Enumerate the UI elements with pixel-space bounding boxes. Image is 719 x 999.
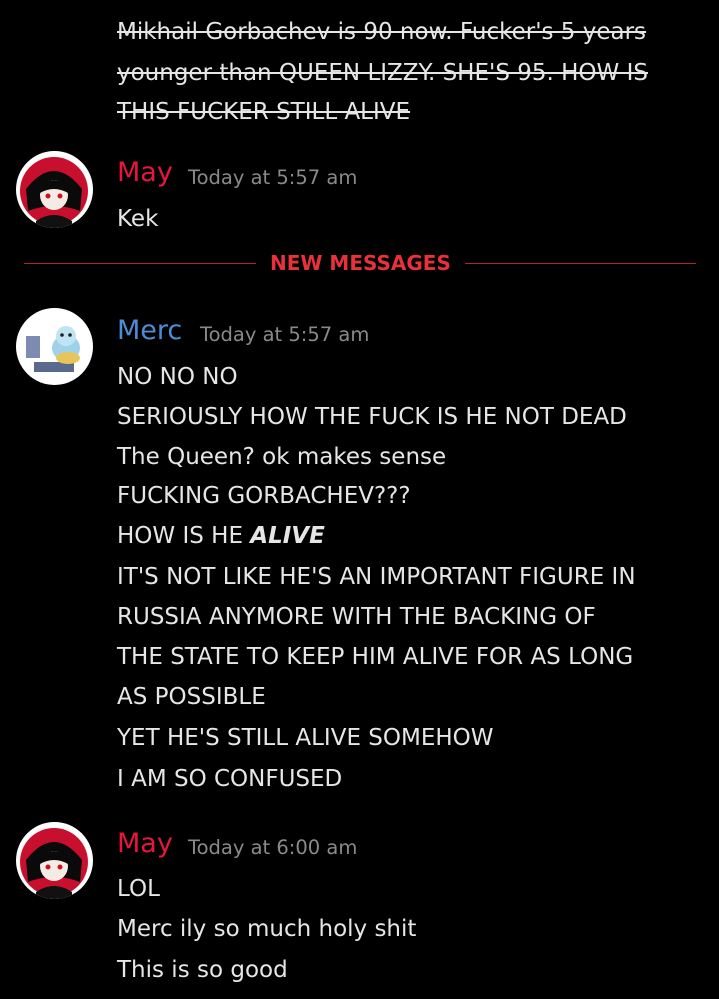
message-line: SERIOUSLY HOW THE FUCK IS HE NOT DEAD <box>117 404 627 430</box>
author-name[interactable]: May <box>117 157 173 189</box>
divider-line-right <box>465 263 696 264</box>
avatar-may-image <box>16 151 93 228</box>
divider-line-left <box>24 263 256 264</box>
avatar-may[interactable] <box>16 151 93 228</box>
avatar-may-image <box>16 822 93 899</box>
message-line: LOL <box>117 876 160 902</box>
message-text: HOW IS HE <box>117 523 251 549</box>
avatar-may[interactable] <box>16 822 93 899</box>
author-name[interactable]: Merc <box>117 315 182 347</box>
message-line: Merc ily so much holy shit <box>117 916 417 942</box>
message-line: YET HE'S STILL ALIVE SOMEHOW <box>117 725 494 751</box>
avatar-merc[interactable] <box>16 308 93 385</box>
message-line: IT'S NOT LIKE HE'S AN IMPORTANT FIGURE I… <box>117 564 636 590</box>
message-line: THIS FUCKER STILL ALIVE <box>117 99 411 125</box>
message-line: THE STATE TO KEEP HIM ALIVE FOR AS LONG <box>117 644 634 670</box>
emphasized-text: ALIVE <box>250 523 325 549</box>
message-line: RUSSIA ANYMORE WITH THE BACKING OF <box>117 604 596 630</box>
message-line: I AM SO CONFUSED <box>117 766 343 792</box>
author-name[interactable]: May <box>117 828 173 860</box>
avatar-merc-image <box>16 308 93 385</box>
message-timestamp: Today at 6:00 am <box>188 836 358 859</box>
message-line-emphasis: HOW IS HE ALIVE <box>117 522 325 550</box>
message-timestamp: Today at 5:57 am <box>188 166 358 189</box>
message-line: FUCKING GORBACHEV??? <box>117 483 411 509</box>
message-line: AS POSSIBLE <box>117 684 266 710</box>
message-line: NO NO NO <box>117 364 238 390</box>
message-line: The Queen? ok makes sense <box>117 444 447 470</box>
message-line: Kek <box>117 206 159 232</box>
new-messages-label: NEW MESSAGES <box>270 251 451 275</box>
message-timestamp: Today at 5:57 am <box>200 323 370 346</box>
message-line: This is so good <box>117 957 288 983</box>
message-line: younger than QUEEN LIZZY. SHE'S 95. HOW … <box>117 60 648 86</box>
message-line: Mikhail Gorbachev is 90 now. Fucker's 5 … <box>117 19 647 45</box>
